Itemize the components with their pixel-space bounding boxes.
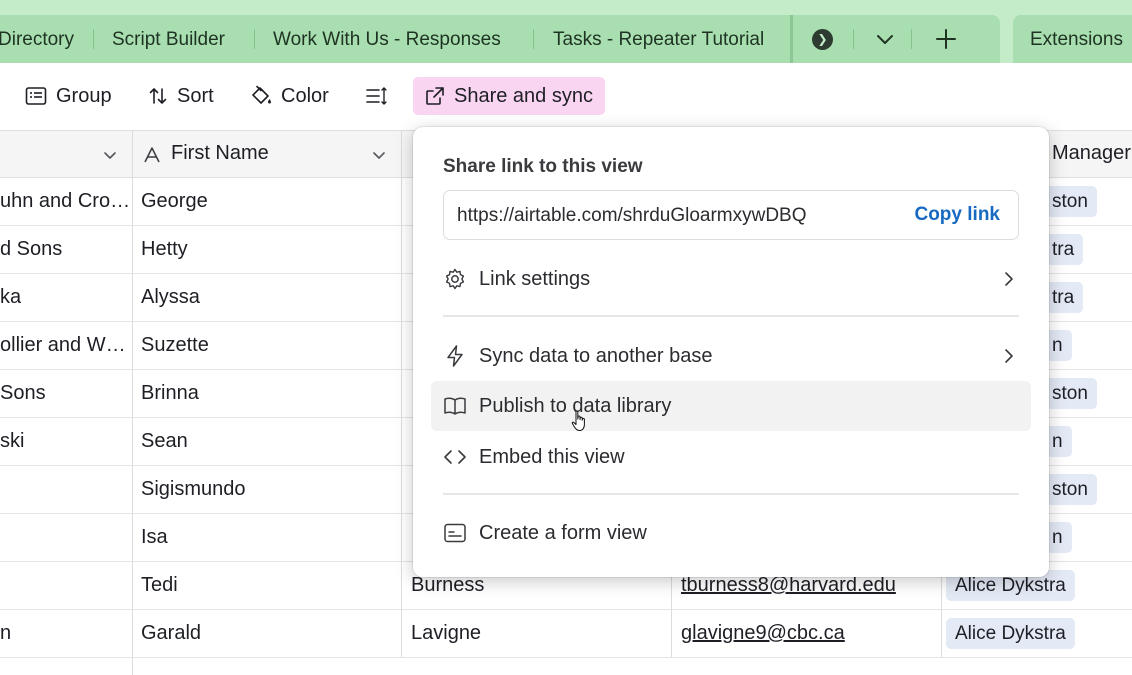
share-link-field[interactable]: https://airtable.com/shrduGloarmxywDBQ C… xyxy=(443,190,1019,240)
extensions-label: Extensions xyxy=(1030,29,1123,50)
menu-item-label: Create a form view xyxy=(479,522,647,544)
column-first-name[interactable]: First Name xyxy=(133,130,401,178)
table-row[interactable]: n Garald Lavigne glavigne9@cbc.ca Alice … xyxy=(0,610,1132,658)
sort-icon xyxy=(149,88,167,104)
chevron-down-icon[interactable] xyxy=(101,146,119,164)
code-icon xyxy=(444,450,466,464)
first-name-cell[interactable]: Suzette xyxy=(141,334,209,357)
menu-item-label: Embed this view xyxy=(479,446,625,468)
sort-button[interactable]: Sort xyxy=(148,77,214,115)
last-name-cell[interactable]: Lavigne xyxy=(411,622,481,645)
first-name-cell[interactable]: Garald xyxy=(141,622,201,645)
first-name-cell[interactable]: Brinna xyxy=(141,382,199,405)
chevron-right-icon xyxy=(1005,272,1013,286)
view-toolbar: Group Sort Color Share and sync xyxy=(0,63,1132,130)
manager-badge[interactable]: ston xyxy=(1043,378,1097,409)
sync-data-item[interactable]: Sync data to another base xyxy=(431,331,1031,381)
row-height-icon xyxy=(366,87,387,105)
publish-data-library-item[interactable]: Publish to data library xyxy=(431,381,1031,431)
extensions-tab[interactable]: Extensions xyxy=(1013,15,1132,63)
group-label: Group xyxy=(56,84,112,107)
menu-divider xyxy=(443,315,1019,317)
link-settings-item[interactable]: Link settings xyxy=(431,254,1031,304)
gear-icon xyxy=(445,268,465,290)
row-height-button[interactable] xyxy=(366,77,388,115)
first-name-cell[interactable]: George xyxy=(141,190,208,213)
company-cell[interactable]: d Sons xyxy=(0,238,62,261)
group-icon xyxy=(25,87,47,105)
manager-badge[interactable]: tra xyxy=(1043,234,1084,265)
group-button[interactable]: Group xyxy=(25,77,112,115)
share-label: Share and sync xyxy=(454,84,593,107)
manager-badge[interactable]: Alice Dykstra xyxy=(946,618,1075,649)
last-name-cell[interactable]: Burness xyxy=(411,574,484,597)
embed-view-item[interactable]: Embed this view xyxy=(431,432,1031,482)
book-icon xyxy=(444,397,466,415)
company-cell[interactable]: n xyxy=(0,622,11,645)
company-cell[interactable]: ka xyxy=(0,286,21,309)
manager-badge[interactable]: tra xyxy=(1043,282,1084,313)
color-label: Color xyxy=(281,84,329,107)
tab-work-with-us[interactable]: Work With Us - Responses xyxy=(273,15,501,63)
chevron-right-icon xyxy=(1005,349,1013,363)
company-cell[interactable]: ski xyxy=(0,430,24,453)
form-icon xyxy=(444,523,466,543)
column-header-manager[interactable]: Manager xyxy=(1052,142,1131,165)
tab-script-builder[interactable]: Script Builder xyxy=(112,15,225,63)
first-name-cell[interactable]: Isa xyxy=(141,526,168,549)
sort-label: Sort xyxy=(177,84,214,107)
paint-bucket-icon xyxy=(252,85,271,104)
first-name-cell[interactable]: Tedi xyxy=(141,574,178,597)
tab-separator xyxy=(93,29,94,49)
email-cell[interactable]: tburness8@harvard.edu xyxy=(681,574,896,597)
menu-item-label: Link settings xyxy=(479,268,591,290)
base-tab-bar: Directory Script Builder Work With Us - … xyxy=(0,0,1132,63)
first-name-cell[interactable]: Sigismundo xyxy=(141,478,246,501)
share-and-sync-popover: Share link to this view https://airtable… xyxy=(413,127,1049,577)
first-name-cell[interactable]: Alyssa xyxy=(141,286,200,309)
manager-badge[interactable]: ston xyxy=(1043,186,1097,217)
tab-separator xyxy=(911,29,912,49)
more-tables-icon[interactable]: ❯ xyxy=(812,29,833,50)
text-field-icon xyxy=(144,147,160,163)
chevron-down-icon[interactable] xyxy=(870,24,900,54)
add-table-icon[interactable] xyxy=(931,24,961,54)
tab-separator xyxy=(533,29,534,49)
copy-link-button[interactable]: Copy link xyxy=(914,204,1000,226)
email-cell[interactable]: glavigne9@cbc.ca xyxy=(681,622,845,645)
popup-title: Share link to this view xyxy=(443,156,643,177)
column-header-label: First Name xyxy=(171,142,269,164)
lightning-icon xyxy=(447,345,463,367)
first-name-cell[interactable]: Sean xyxy=(141,430,188,453)
company-cell[interactable]: ollier and W… xyxy=(0,334,126,357)
menu-item-label: Sync data to another base xyxy=(479,345,713,367)
company-cell[interactable]: uhn and Cro… xyxy=(0,190,130,213)
chevron-down-icon[interactable] xyxy=(370,146,388,164)
tab-separator xyxy=(853,29,854,49)
color-button[interactable]: Color xyxy=(250,77,329,115)
tab-tasks-repeater[interactable]: Tasks - Repeater Tutorial xyxy=(553,15,764,63)
tab-separator xyxy=(254,29,255,49)
menu-divider xyxy=(443,493,1019,495)
company-cell[interactable]: Sons xyxy=(0,382,46,405)
external-link-icon xyxy=(426,87,444,105)
share-link-url[interactable]: https://airtable.com/shrduGloarmxywDBQ xyxy=(457,205,807,227)
hand-cursor-icon xyxy=(571,410,585,431)
manager-badge[interactable]: ston xyxy=(1043,474,1097,505)
create-form-view-item[interactable]: Create a form view xyxy=(431,508,1031,558)
tab-directory[interactable]: Directory xyxy=(0,15,74,63)
tab-divider xyxy=(790,15,793,63)
first-name-cell[interactable]: Hetty xyxy=(141,238,188,261)
share-and-sync-button[interactable]: Share and sync xyxy=(413,77,605,115)
